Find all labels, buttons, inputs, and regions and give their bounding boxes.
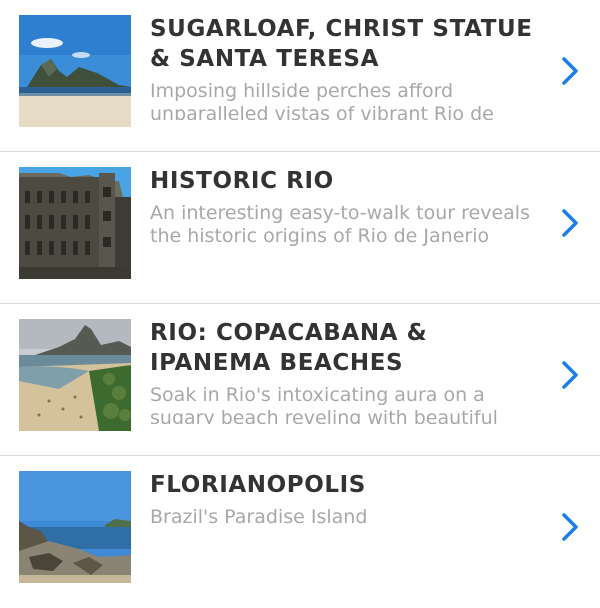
tour-title: RIO: COPACABANA & IPANEMA BEACHES <box>150 320 428 376</box>
tour-text: SUGARLOAF, CHRIST STATUE & SANTA TERESA … <box>150 14 545 120</box>
tour-text: RIO: COPACABANA & IPANEMA BEACHES Soak i… <box>150 318 545 424</box>
chevron-right-icon[interactable] <box>558 56 582 86</box>
tour-text: FLORIANOPOLIS Brazil's Paradise Island <box>150 470 545 529</box>
tour-description: Soak in Rio's intoxicating aura on a sug… <box>150 384 498 424</box>
tour-title: HISTORIC RIO <box>150 168 334 194</box>
historic-building-photo <box>19 167 131 279</box>
tour-description: An interesting easy-to-walk tour reveals… <box>150 202 530 247</box>
tour-description: Imposing hillside perches afford unparal… <box>150 80 494 120</box>
tour-description: Brazil's Paradise Island <box>150 506 368 528</box>
tour-list: SUGARLOAF, CHRIST STATUE & SANTA TERESA … <box>0 0 600 608</box>
sugarloaf-photo <box>19 15 131 127</box>
tour-text: HISTORIC RIO An interesting easy-to-walk… <box>150 166 545 248</box>
tour-title: FLORIANOPOLIS <box>150 472 366 498</box>
tour-title: SUGARLOAF, CHRIST STATUE & SANTA TERESA <box>150 16 533 72</box>
beach-photo <box>19 319 131 431</box>
tour-row-copacabana[interactable]: RIO: COPACABANA & IPANEMA BEACHES Soak i… <box>0 304 600 456</box>
coast-rocks-photo <box>19 471 131 583</box>
chevron-right-icon[interactable] <box>558 208 582 238</box>
tour-row-florianopolis[interactable]: FLORIANOPOLIS Brazil's Paradise Island <box>0 456 600 608</box>
tour-row-sugarloaf[interactable]: SUGARLOAF, CHRIST STATUE & SANTA TERESA … <box>0 0 600 152</box>
chevron-right-icon[interactable] <box>558 512 582 542</box>
tour-row-historic-rio[interactable]: HISTORIC RIO An interesting easy-to-walk… <box>0 152 600 304</box>
chevron-right-icon[interactable] <box>558 360 582 390</box>
